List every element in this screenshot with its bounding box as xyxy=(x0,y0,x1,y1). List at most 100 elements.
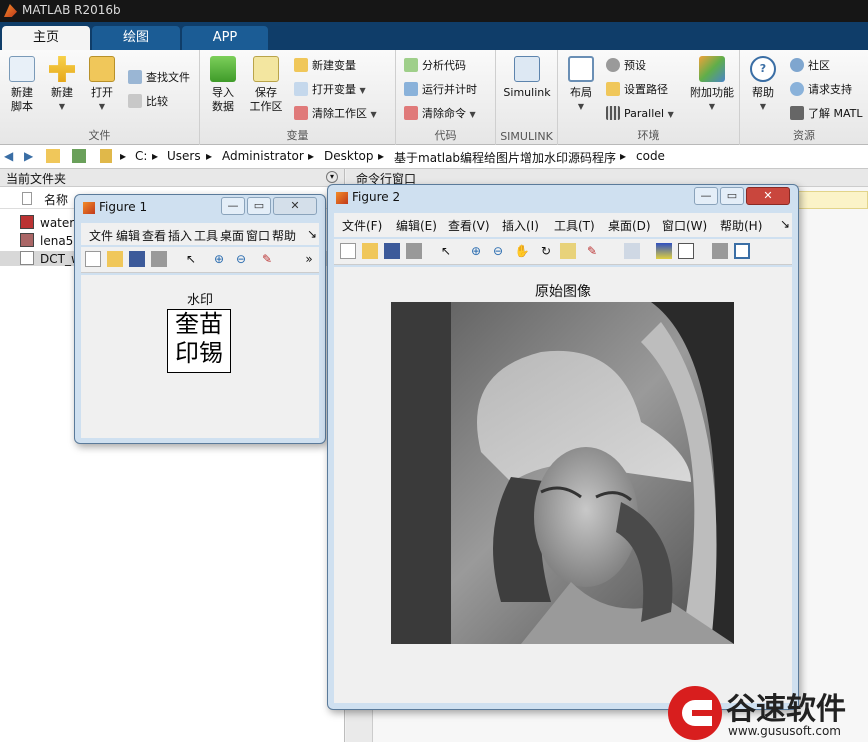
menu-insert[interactable]: 插入 xyxy=(168,227,192,244)
pane-menu-icon[interactable]: ▾ xyxy=(326,171,338,183)
figure1-plot-title: 水印 xyxy=(186,293,213,308)
help-button[interactable]: ? 帮助 ▼ xyxy=(746,56,780,114)
print-icon[interactable] xyxy=(151,251,167,267)
rotate-3d-icon[interactable]: ↻ xyxy=(538,243,554,259)
close-button[interactable]: ✕ xyxy=(746,187,790,205)
group-simulink-label: SIMULINK xyxy=(500,130,553,143)
maximize-button[interactable]: ▭ xyxy=(247,197,271,215)
menu-view[interactable]: 查看 xyxy=(142,227,166,244)
menu-help[interactable]: 帮助(H) xyxy=(720,217,762,234)
menu-window[interactable]: 窗口 xyxy=(246,227,270,244)
minimize-button[interactable]: — xyxy=(694,187,718,205)
new-button[interactable]: 新建 ▼ xyxy=(46,56,78,114)
zoom-out-icon[interactable]: ⊖ xyxy=(233,251,249,267)
clear-workspace-button[interactable]: 清除工作区 ▼ xyxy=(294,106,377,123)
learn-matlab-link[interactable]: 了解 MATL xyxy=(790,106,863,122)
figure2-window[interactable]: Figure 2 — ▭ ✕ 文件(F) 编辑(E) 查看(V) 插入(I) 工… xyxy=(327,184,799,710)
preferences-button[interactable]: 预设 xyxy=(606,58,646,74)
menu-overflow-icon[interactable]: ↘ xyxy=(307,227,317,241)
forward-icon[interactable]: ▶ xyxy=(24,149,33,163)
path-segment[interactable]: Users xyxy=(167,149,201,163)
path-segment[interactable]: C: xyxy=(135,149,147,163)
find-files-button[interactable]: 查找文件 xyxy=(128,70,190,86)
zoom-in-icon[interactable]: ⊕ xyxy=(211,251,227,267)
tab-plots[interactable]: 绘图 xyxy=(92,26,180,50)
current-folder-header: 当前文件夹 xyxy=(0,169,344,187)
menu-file[interactable]: 文件(F) xyxy=(342,217,382,234)
simulink-button[interactable]: Simulink xyxy=(500,56,554,100)
addons-button[interactable]: 附加功能 ▼ xyxy=(688,56,736,114)
menu-overflow-icon[interactable]: ↘ xyxy=(780,217,790,231)
menu-file[interactable]: 文件 xyxy=(89,227,113,244)
open-file-icon[interactable] xyxy=(362,243,378,259)
new-figure-icon[interactable] xyxy=(340,243,356,259)
layout-button[interactable]: 布局 ▼ xyxy=(564,56,598,114)
zoom-in-icon[interactable]: ⊕ xyxy=(468,243,484,259)
pointer-icon[interactable]: ↖ xyxy=(438,243,454,259)
file-item[interactable]: water xyxy=(20,215,74,230)
close-button[interactable]: ✕ xyxy=(273,197,317,215)
new-figure-icon[interactable] xyxy=(85,251,101,267)
hide-plot-tools-icon[interactable] xyxy=(712,243,728,259)
menu-desktop[interactable]: 桌面(D) xyxy=(608,217,651,234)
tab-home[interactable]: 主页 xyxy=(2,26,90,50)
brush-icon[interactable]: ✎ xyxy=(259,251,275,267)
new-script-button[interactable]: 新建 脚本 xyxy=(4,56,40,114)
link-plot-icon[interactable] xyxy=(624,243,640,259)
open-button[interactable]: 打开 ▼ xyxy=(86,56,118,114)
save-workspace-button[interactable]: 保存 工作区 xyxy=(246,56,286,114)
set-path-button[interactable]: 设置路径 xyxy=(606,82,668,98)
save-icon[interactable] xyxy=(384,243,400,259)
menu-insert[interactable]: 插入(I) xyxy=(502,217,539,234)
zoom-out-icon[interactable]: ⊖ xyxy=(490,243,506,259)
matlab-logo-icon xyxy=(4,4,17,17)
menu-help[interactable]: 帮助 xyxy=(272,227,296,244)
menu-window[interactable]: 窗口(W) xyxy=(662,217,707,234)
menu-edit[interactable]: 编辑(E) xyxy=(396,217,437,234)
request-support-link[interactable]: 请求支持 xyxy=(790,82,852,98)
show-plot-tools-icon[interactable] xyxy=(734,243,750,259)
set-path-icon xyxy=(606,82,620,96)
brush-icon[interactable]: ✎ xyxy=(584,243,600,259)
new-variable-button[interactable]: 新建变量 xyxy=(294,58,356,74)
path-segment[interactable]: Administrator xyxy=(222,149,304,163)
up-folder-icon[interactable] xyxy=(46,149,60,163)
data-cursor-icon[interactable] xyxy=(560,243,576,259)
path-segment[interactable]: 基于matlab编程给图片增加水印源码程序 xyxy=(394,149,616,166)
file-item[interactable]: lena5 xyxy=(20,233,73,248)
browse-folder-icon[interactable] xyxy=(72,149,86,163)
menu-edit[interactable]: 编辑 xyxy=(116,227,140,244)
print-icon[interactable] xyxy=(406,243,422,259)
pan-hand-icon[interactable]: ✋ xyxy=(514,243,530,259)
column-name-header[interactable]: 名称 xyxy=(44,191,68,208)
back-icon[interactable]: ◀ xyxy=(4,149,13,163)
figure1-window[interactable]: Figure 1 — ▭ ✕ 文件 编辑 查看 插入 工具 桌面 窗口 帮助 ↘… xyxy=(74,194,326,444)
legend-icon[interactable] xyxy=(678,243,694,259)
figure1-canvas: 水印 奎苗 印锡 xyxy=(81,275,319,438)
toolbar-overflow-icon[interactable]: » xyxy=(301,251,317,267)
path-segment[interactable]: code xyxy=(636,149,665,163)
import-data-button[interactable]: 导入 数据 xyxy=(206,56,240,114)
menu-view[interactable]: 查看(V) xyxy=(448,217,490,234)
path-segment[interactable]: Desktop xyxy=(324,149,374,163)
compare-button[interactable]: 比较 xyxy=(128,94,168,110)
minimize-button[interactable]: — xyxy=(221,197,245,215)
clear-commands-button[interactable]: 清除命令 ▼ xyxy=(404,106,476,123)
community-link[interactable]: 社区 xyxy=(790,58,830,74)
tab-apps[interactable]: APP xyxy=(182,26,268,50)
analyze-code-button[interactable]: 分析代码 xyxy=(404,58,466,74)
parallel-icon xyxy=(606,106,620,120)
run-and-time-button[interactable]: 运行并计时 xyxy=(404,82,477,98)
colorbar-icon[interactable] xyxy=(656,243,672,259)
save-icon[interactable] xyxy=(129,251,145,267)
path-sep: ▸ xyxy=(378,149,385,163)
parallel-button[interactable]: Parallel ▼ xyxy=(606,106,674,123)
menu-tools[interactable]: 工具 xyxy=(194,227,218,244)
pointer-icon[interactable]: ↖ xyxy=(183,251,199,267)
open-variable-button[interactable]: 打开变量 ▼ xyxy=(294,82,366,99)
menu-desktop[interactable]: 桌面 xyxy=(220,227,244,244)
maximize-button[interactable]: ▭ xyxy=(720,187,744,205)
open-file-icon[interactable] xyxy=(107,251,123,267)
path-sep: ▸ xyxy=(206,149,213,163)
menu-tools[interactable]: 工具(T) xyxy=(554,217,595,234)
